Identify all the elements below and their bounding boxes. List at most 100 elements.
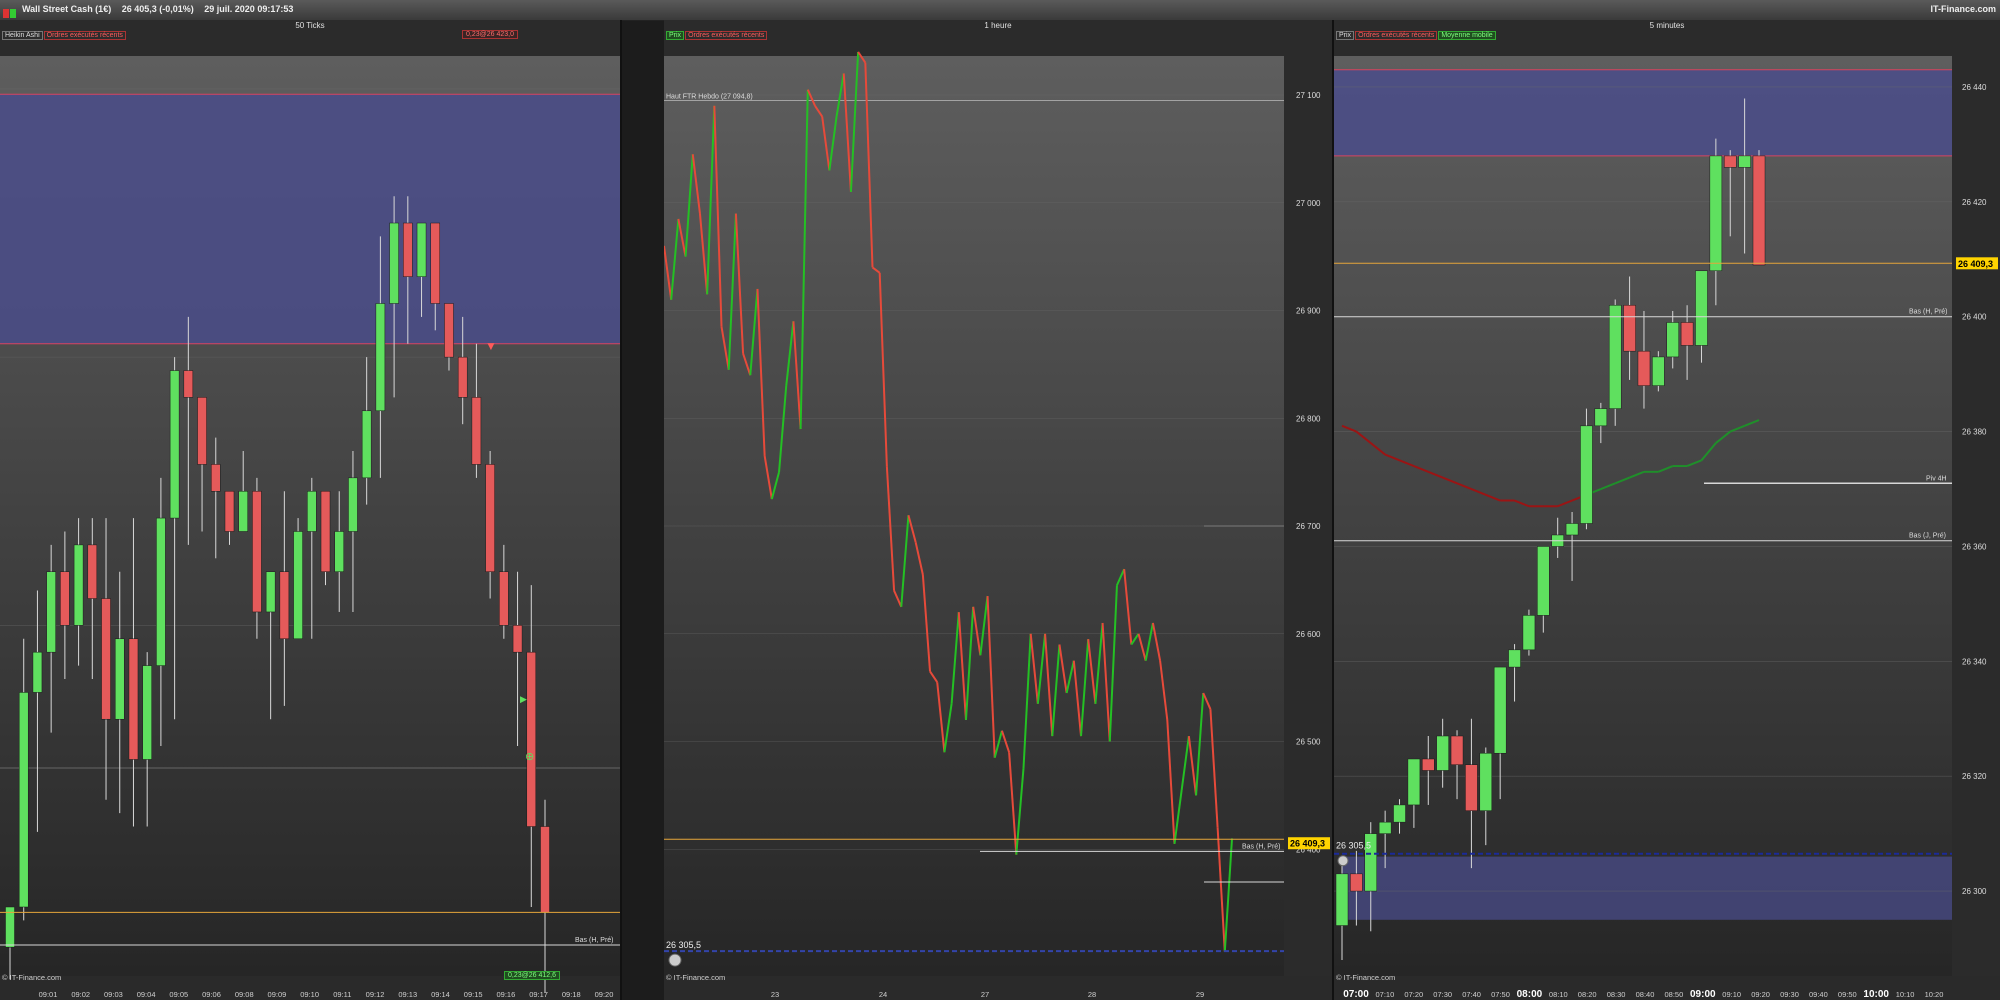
y-tick-label: 26 320 [1962, 772, 1987, 781]
copyright: © IT-Finance.com [2, 973, 62, 982]
ha-candle [416, 222, 427, 277]
x-tick-label: 09:18 [562, 990, 581, 999]
ha-candle [73, 544, 84, 626]
candle [1709, 155, 1723, 272]
ha-candle [128, 638, 139, 760]
ha-candle [457, 356, 468, 398]
candle [1752, 155, 1766, 266]
legend-moving-average[interactable]: Moyenne mobile [1438, 31, 1496, 40]
ha-candle [320, 490, 331, 572]
candle [1537, 546, 1550, 616]
candle [1522, 615, 1536, 651]
x-tick-label: 09:30 [1780, 990, 1799, 999]
support-zone [1342, 856, 1952, 920]
x-tick-label: 08:40 [1636, 990, 1655, 999]
legend-heikin-ashi[interactable]: Heikin Ashi [2, 31, 43, 40]
ha-candle [32, 651, 43, 693]
legend-recent-orders[interactable]: Ordres exécutés récents [43, 31, 126, 40]
ha-candle [238, 490, 248, 532]
alarm-icon [1337, 855, 1349, 867]
x-tick-label: 09:16 [496, 990, 515, 999]
candle [1378, 821, 1392, 834]
last-price-label: 26 409,3 [1958, 259, 1993, 269]
candle [1436, 735, 1449, 771]
level-label: Bas (J, Pré) [1909, 533, 1946, 540]
ha-candle [334, 531, 344, 572]
y-tick-label: 26 360 [1962, 542, 1987, 551]
legend-price[interactable]: Prix [666, 31, 685, 40]
x-tick-label: 27 [981, 990, 989, 999]
order-label-bottom[interactable]: 0,23@26 412,6 [504, 971, 560, 980]
y-tick-label: 27 100 [1296, 91, 1321, 100]
candle [1493, 666, 1507, 754]
sell-arrow-icon: ▼ [485, 339, 497, 353]
y-tick-label: 26 420 [1962, 198, 1987, 207]
x-tick-label: 09:15 [464, 990, 483, 999]
ha-candle [142, 665, 152, 760]
panel-title: 5 minutes [1649, 21, 1685, 30]
y-tick-label: 26 500 [1296, 738, 1321, 747]
alarm-icon [668, 953, 682, 967]
copyright: © IT-Finance.com [666, 973, 726, 982]
hour-chart-panel[interactable]: 26 400 26 500 26 600 26 700 26 800 26 900 27 0… [664, 20, 1332, 1000]
ha-candle [444, 303, 454, 358]
legend-price[interactable]: Prix [1336, 31, 1355, 40]
x-tick-label: 07:10 [1376, 990, 1395, 999]
panel-legend: Prix Ordres exécutés récents [666, 31, 768, 40]
ticks-chart-svg[interactable]: 26 42026 43026 44026 409,826 409,3Bas (H… [0, 20, 620, 1000]
candle [1479, 752, 1493, 811]
x-tick-label: 09:14 [431, 990, 450, 999]
resistance-zone [0, 94, 620, 344]
x-tick-label: 23 [771, 990, 779, 999]
x-tick-label: 09:20 [595, 990, 614, 999]
candle [1465, 764, 1478, 811]
x-tick-label: 08:50 [1665, 990, 1684, 999]
title-bar: Wall Street Cash (1€) 26 405,3 (-0,01%) … [0, 0, 2000, 21]
x-tick-label: 08:00 [1517, 989, 1543, 1000]
ha-candle [279, 571, 290, 640]
x-tick-label: 09:10 [300, 990, 319, 999]
buy-marker-icon: ▶ [520, 694, 527, 704]
ha-candle [18, 692, 29, 908]
x-tick-label: 29 [1196, 990, 1204, 999]
panel-title: 50 Ticks [295, 21, 325, 30]
time-axis-band [664, 976, 1332, 1000]
panel-title: 1 heure [984, 21, 1012, 30]
brand: IT-Finance.com [1930, 4, 1996, 14]
x-tick-label: 24 [879, 990, 887, 999]
ha-candle [430, 222, 441, 304]
min5-chart-svg[interactable]: 26 300 26 320 26 340 26 360 26 380 26 400 26 4… [1334, 20, 2000, 1000]
ha-candle [348, 477, 358, 532]
min5-chart-panel[interactable]: 26 300 26 320 26 340 26 360 26 380 26 400 26 4… [1334, 20, 2000, 1000]
ha-candle [375, 303, 386, 412]
legend-recent-orders[interactable]: Ordres exécutés récents [1355, 31, 1438, 40]
x-tick-label: 09:08 [235, 990, 254, 999]
y-tick-label: 26 440 [1962, 83, 1987, 92]
plot-area [1334, 56, 1952, 976]
candle [1652, 356, 1665, 386]
candle [1637, 350, 1651, 386]
x-tick-label: 10:00 [1863, 989, 1889, 1000]
x-tick-label: 09:20 [1751, 990, 1770, 999]
ha-candle [485, 464, 495, 572]
y-tick-label: 26 400 [1962, 313, 1987, 322]
pivot-label: Piv 4H [1926, 475, 1947, 482]
panel-divider[interactable] [620, 20, 622, 1000]
instrument-quote: 26 405,3 (-0,01%) [121, 4, 194, 14]
x-tick-label: 09:00 [1690, 989, 1716, 1000]
legend-recent-orders[interactable]: Ordres exécutés récents [685, 31, 768, 40]
ha-candle [526, 651, 537, 827]
panel-legend: Heikin Ashi Ordres exécutés récents [2, 31, 127, 40]
x-tick-label: 09:12 [366, 990, 385, 999]
x-tick-label: 10:20 [1925, 990, 1944, 999]
last-price-label: 26 409,3 [1290, 839, 1325, 849]
hour-chart-svg[interactable]: 26 40026 50026 60026 70026 80026 90027 0… [664, 20, 1332, 1000]
y-tick-label: 27 000 [1296, 199, 1321, 208]
ha-candle [197, 397, 207, 465]
order-label-top[interactable]: 0,23@26 423,0 [462, 30, 518, 39]
ha-candle [5, 906, 15, 948]
ticks-chart-panel[interactable]: 26 42026 43026 44026 409,826 409,3Bas (H… [0, 20, 620, 1000]
y-tick-label: 26 380 [1962, 428, 1987, 437]
x-tick-label: 09:40 [1809, 990, 1828, 999]
execution-marker-icon: ⊕ [525, 751, 534, 763]
